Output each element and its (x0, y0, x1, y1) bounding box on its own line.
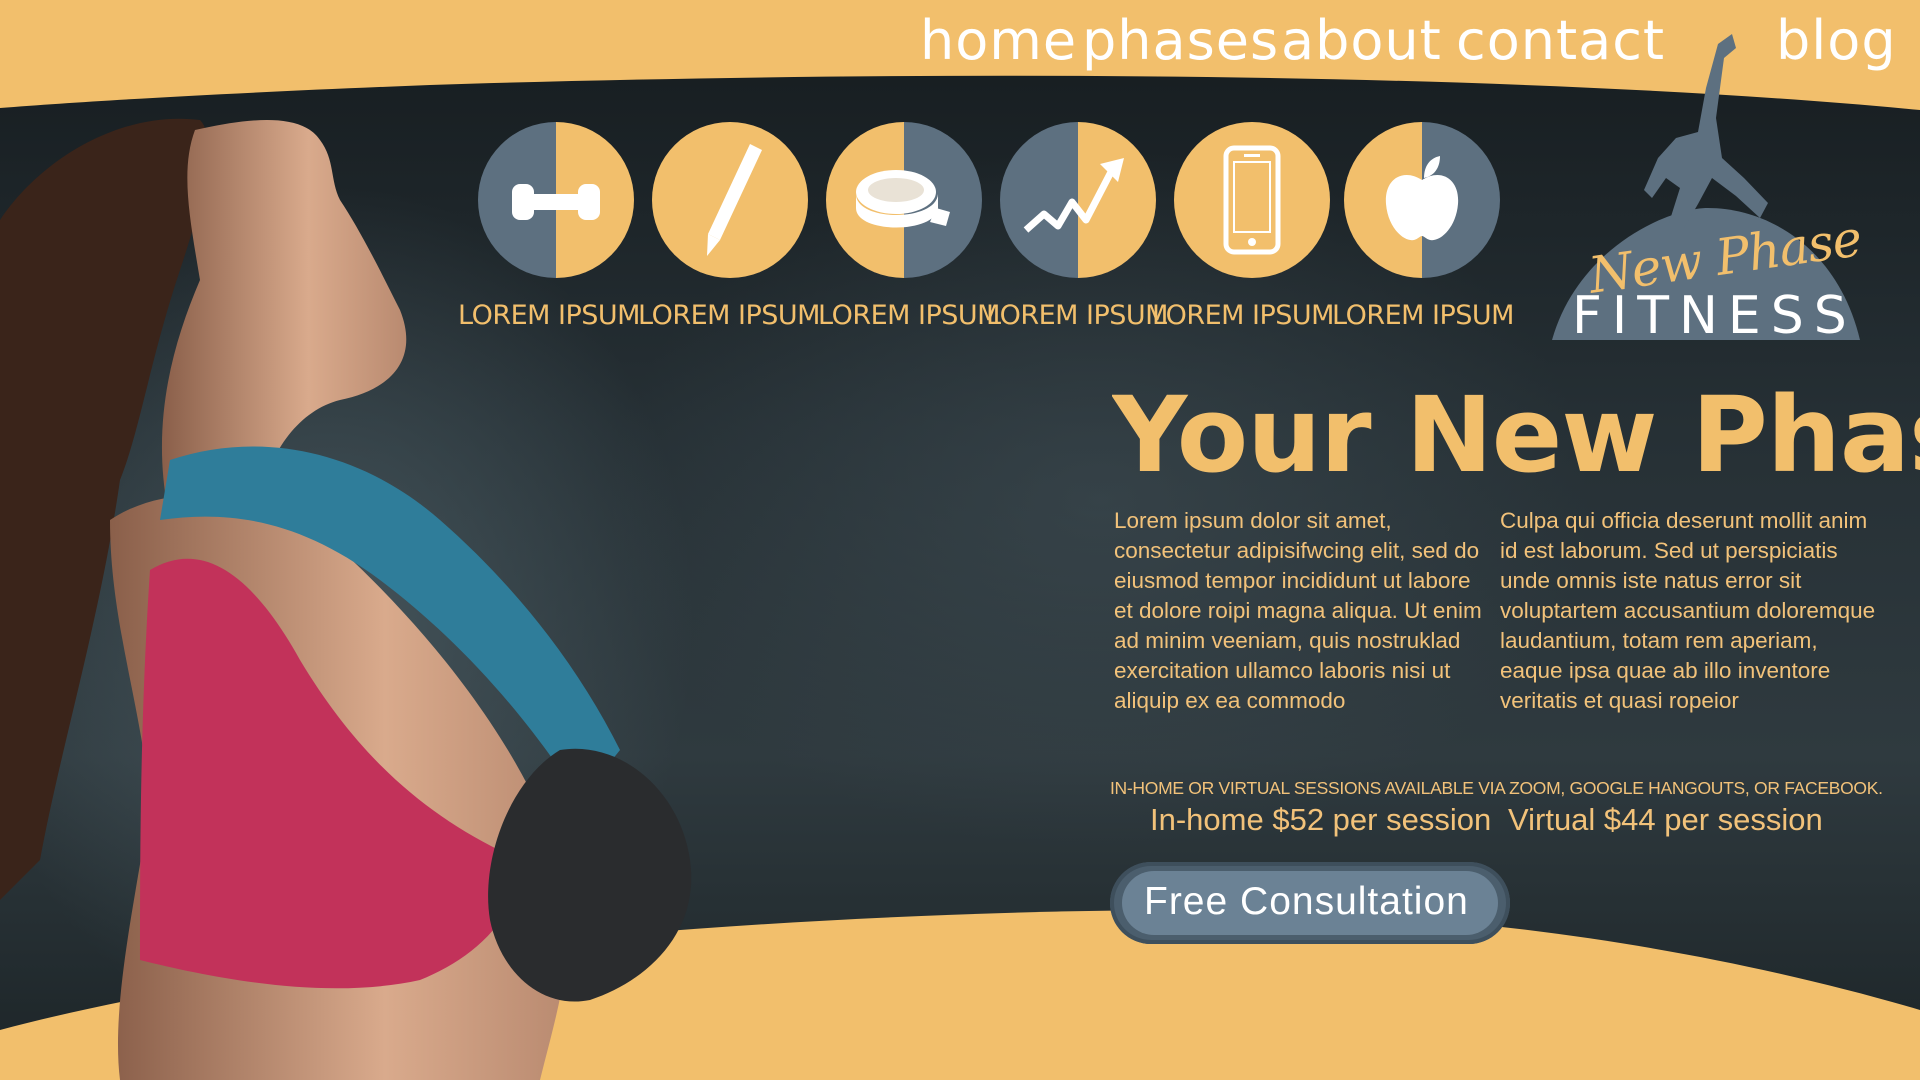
feature-label: LOREM IPSUM (638, 300, 820, 331)
feature-label: LOREM IPSUM (458, 300, 640, 331)
measuring-tape-feature[interactable] (826, 122, 982, 278)
dumbbell-icon (512, 184, 600, 220)
measuring-tape-icon (856, 170, 950, 228)
logo-wordmark: FITNESS (1572, 286, 1857, 346)
feature-label: LOREM IPSUM (1152, 300, 1334, 331)
pencil-feature[interactable] (652, 122, 808, 278)
nav-link-phases[interactable]: phases (1082, 6, 1279, 76)
apple-icon (1385, 156, 1459, 241)
free-consultation-button[interactable]: Free Consultation (1110, 862, 1510, 944)
smartphone-feature[interactable] (1174, 122, 1330, 278)
nav-link-home[interactable]: home (920, 6, 1077, 76)
trend-feature[interactable] (1000, 122, 1156, 278)
smartphone-icon (1223, 145, 1281, 255)
hero-headline: Your New Phase o (1112, 375, 1920, 495)
pencil-icon (707, 144, 762, 256)
trend-arrow-icon (1023, 158, 1124, 233)
button-label: Free Consultation (1144, 880, 1469, 923)
intro-paragraph-left: Lorem ipsum dolor sit amet, consectetur … (1114, 508, 1482, 713)
feature-label: LOREM IPSUM (1332, 300, 1514, 331)
price-inhome: In-home $52 per session (1150, 802, 1492, 837)
sessions-note: IN-HOME OR VIRTUAL SESSIONS AVAILABLE VI… (1110, 778, 1883, 798)
nav-link-about[interactable]: about (1281, 6, 1442, 76)
price-virtual: Virtual $44 per session (1508, 802, 1823, 837)
dumbbell-feature[interactable] (478, 122, 634, 278)
intro-paragraph-right: Culpa qui officia deserunt mollit anim i… (1500, 508, 1876, 713)
apple-feature[interactable] (1344, 122, 1500, 278)
